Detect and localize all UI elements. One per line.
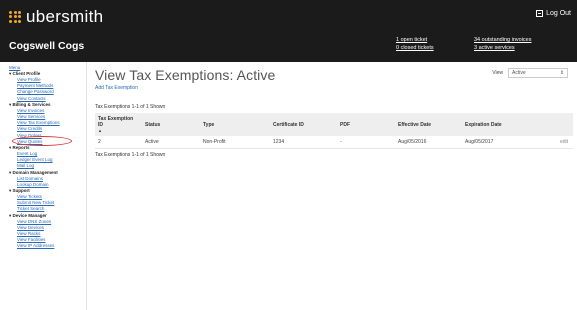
logout-button[interactable]: Log Out <box>536 10 571 17</box>
select-arrows-icon: ⇕ <box>559 70 564 76</box>
view-label: View <box>492 70 503 76</box>
ubersmith-logo[interactable]: ubersmith <box>9 8 103 25</box>
col-pdf[interactable]: PDF <box>337 113 395 136</box>
logo-dots-icon <box>9 10 21 23</box>
cell-pdf: - <box>337 136 395 149</box>
top-header: ubersmith Log Out Cogswell Cogs 1 open t… <box>0 0 577 62</box>
col-expiration-date[interactable]: Expiration Date <box>462 113 534 136</box>
col-label: Tax Exemption ID <box>98 116 134 128</box>
billing-links: 34 outstanding invoices 3 active service… <box>474 36 531 52</box>
logout-icon <box>536 10 544 17</box>
cell-status: Active <box>142 136 200 149</box>
view-select-value: Active <box>512 70 526 76</box>
summary-bottom: Tax Exemptions 1-1 of 1 Shown <box>95 152 166 158</box>
sidebar-sections: Client ProfileView ProfilePayment Method… <box>9 71 86 250</box>
sort-asc-icon: ▲ <box>98 128 102 133</box>
col-type[interactable]: Type <box>200 113 270 136</box>
sidebar-item-view-ip-addresses[interactable]: View IP Addresses <box>9 243 86 249</box>
col-status[interactable]: Status <box>142 113 200 136</box>
company-name: Cogswell Cogs <box>9 40 85 52</box>
add-tax-exemption-link[interactable]: Add Tax Exemption <box>95 85 573 91</box>
main-content: View Tax Exemptions: Active Add Tax Exem… <box>95 62 573 158</box>
logo-text: ubersmith <box>26 7 104 26</box>
cell-id: 2 <box>95 136 142 149</box>
col-tax-exemption-id[interactable]: Tax Exemption ID ▲ <box>95 113 142 136</box>
ticket-links: 1 open ticket 0 closed tickets <box>396 36 434 52</box>
sidebar-menu-title[interactable]: Menu <box>9 65 86 70</box>
col-certificate-id[interactable]: Certificate ID <box>270 113 337 136</box>
active-services-link[interactable]: 3 active services <box>474 44 531 52</box>
tax-exemptions-table: Tax Exemption ID ▲ Status Type Certificat… <box>95 113 573 149</box>
view-select[interactable]: Active ⇕ <box>508 68 568 78</box>
cell-certificate-id: 1234 <box>270 136 337 149</box>
cell-effective-date: Aug/05/2016 <box>395 136 462 149</box>
logout-label: Log Out <box>546 10 571 17</box>
edit-link[interactable]: edit <box>534 136 573 149</box>
sidebar: Menu Client ProfileView ProfilePayment M… <box>0 62 87 310</box>
table-header-row: Tax Exemption ID ▲ Status Type Certificat… <box>95 113 573 136</box>
open-tickets-link[interactable]: 1 open ticket <box>396 36 434 44</box>
table-row: 2 Active Non-Profit 1234 - Aug/05/2016 A… <box>95 136 573 149</box>
cell-type: Non-Profit <box>200 136 270 149</box>
col-actions <box>534 113 573 136</box>
col-effective-date[interactable]: Effective Date <box>395 113 462 136</box>
outstanding-invoices-link[interactable]: 34 outstanding invoices <box>474 36 531 44</box>
cell-expiration-date: Aug/05/2017 <box>462 136 534 149</box>
summary-top: Tax Exemptions 1-1 of 1 Shown <box>95 104 166 110</box>
view-filter: View Active ⇕ <box>492 68 568 78</box>
closed-tickets-link[interactable]: 0 closed tickets <box>396 44 434 52</box>
